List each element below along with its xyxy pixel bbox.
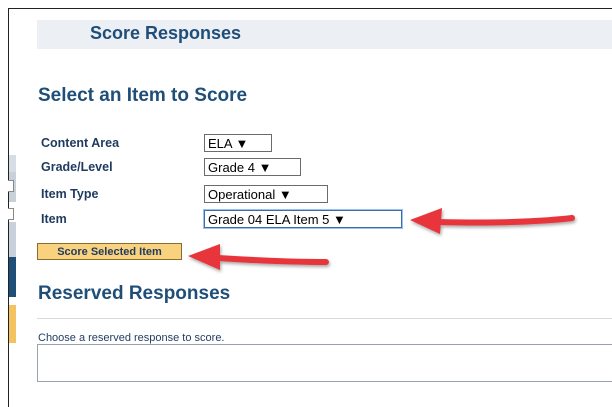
side-strip (9, 257, 16, 297)
side-strip (9, 222, 16, 257)
score-selected-item-button[interactable]: Score Selected Item (37, 243, 182, 260)
sidebar-handle[interactable] (8, 180, 14, 192)
side-strip (9, 343, 16, 407)
item-type-select[interactable]: Operational ▼ (204, 185, 328, 203)
sidebar-handle[interactable] (8, 208, 14, 220)
page-title: Score Responses (90, 23, 242, 43)
grade-level-label: Grade/Level (41, 160, 113, 174)
side-strip (9, 305, 16, 343)
content-area-label: Content Area (41, 136, 120, 150)
side-strip (9, 297, 16, 305)
item-label: Item (41, 212, 67, 226)
item-type-label: Item Type (41, 187, 99, 201)
reserved-hint: Choose a reserved response to score. (38, 332, 225, 344)
content-area-select[interactable]: ELA ▼ (204, 134, 272, 152)
item-select[interactable]: Grade 04 ELA Item 5 ▼ (204, 210, 402, 228)
section-divider (37, 318, 612, 319)
select-item-heading: Select an Item to Score (38, 85, 248, 106)
reserved-responses-list[interactable] (37, 344, 612, 382)
grade-level-select[interactable]: Grade 4 ▼ (204, 158, 301, 176)
page-header: Score Responses (37, 20, 612, 49)
side-strip (9, 155, 16, 172)
reserved-responses-heading: Reserved Responses (38, 283, 231, 304)
